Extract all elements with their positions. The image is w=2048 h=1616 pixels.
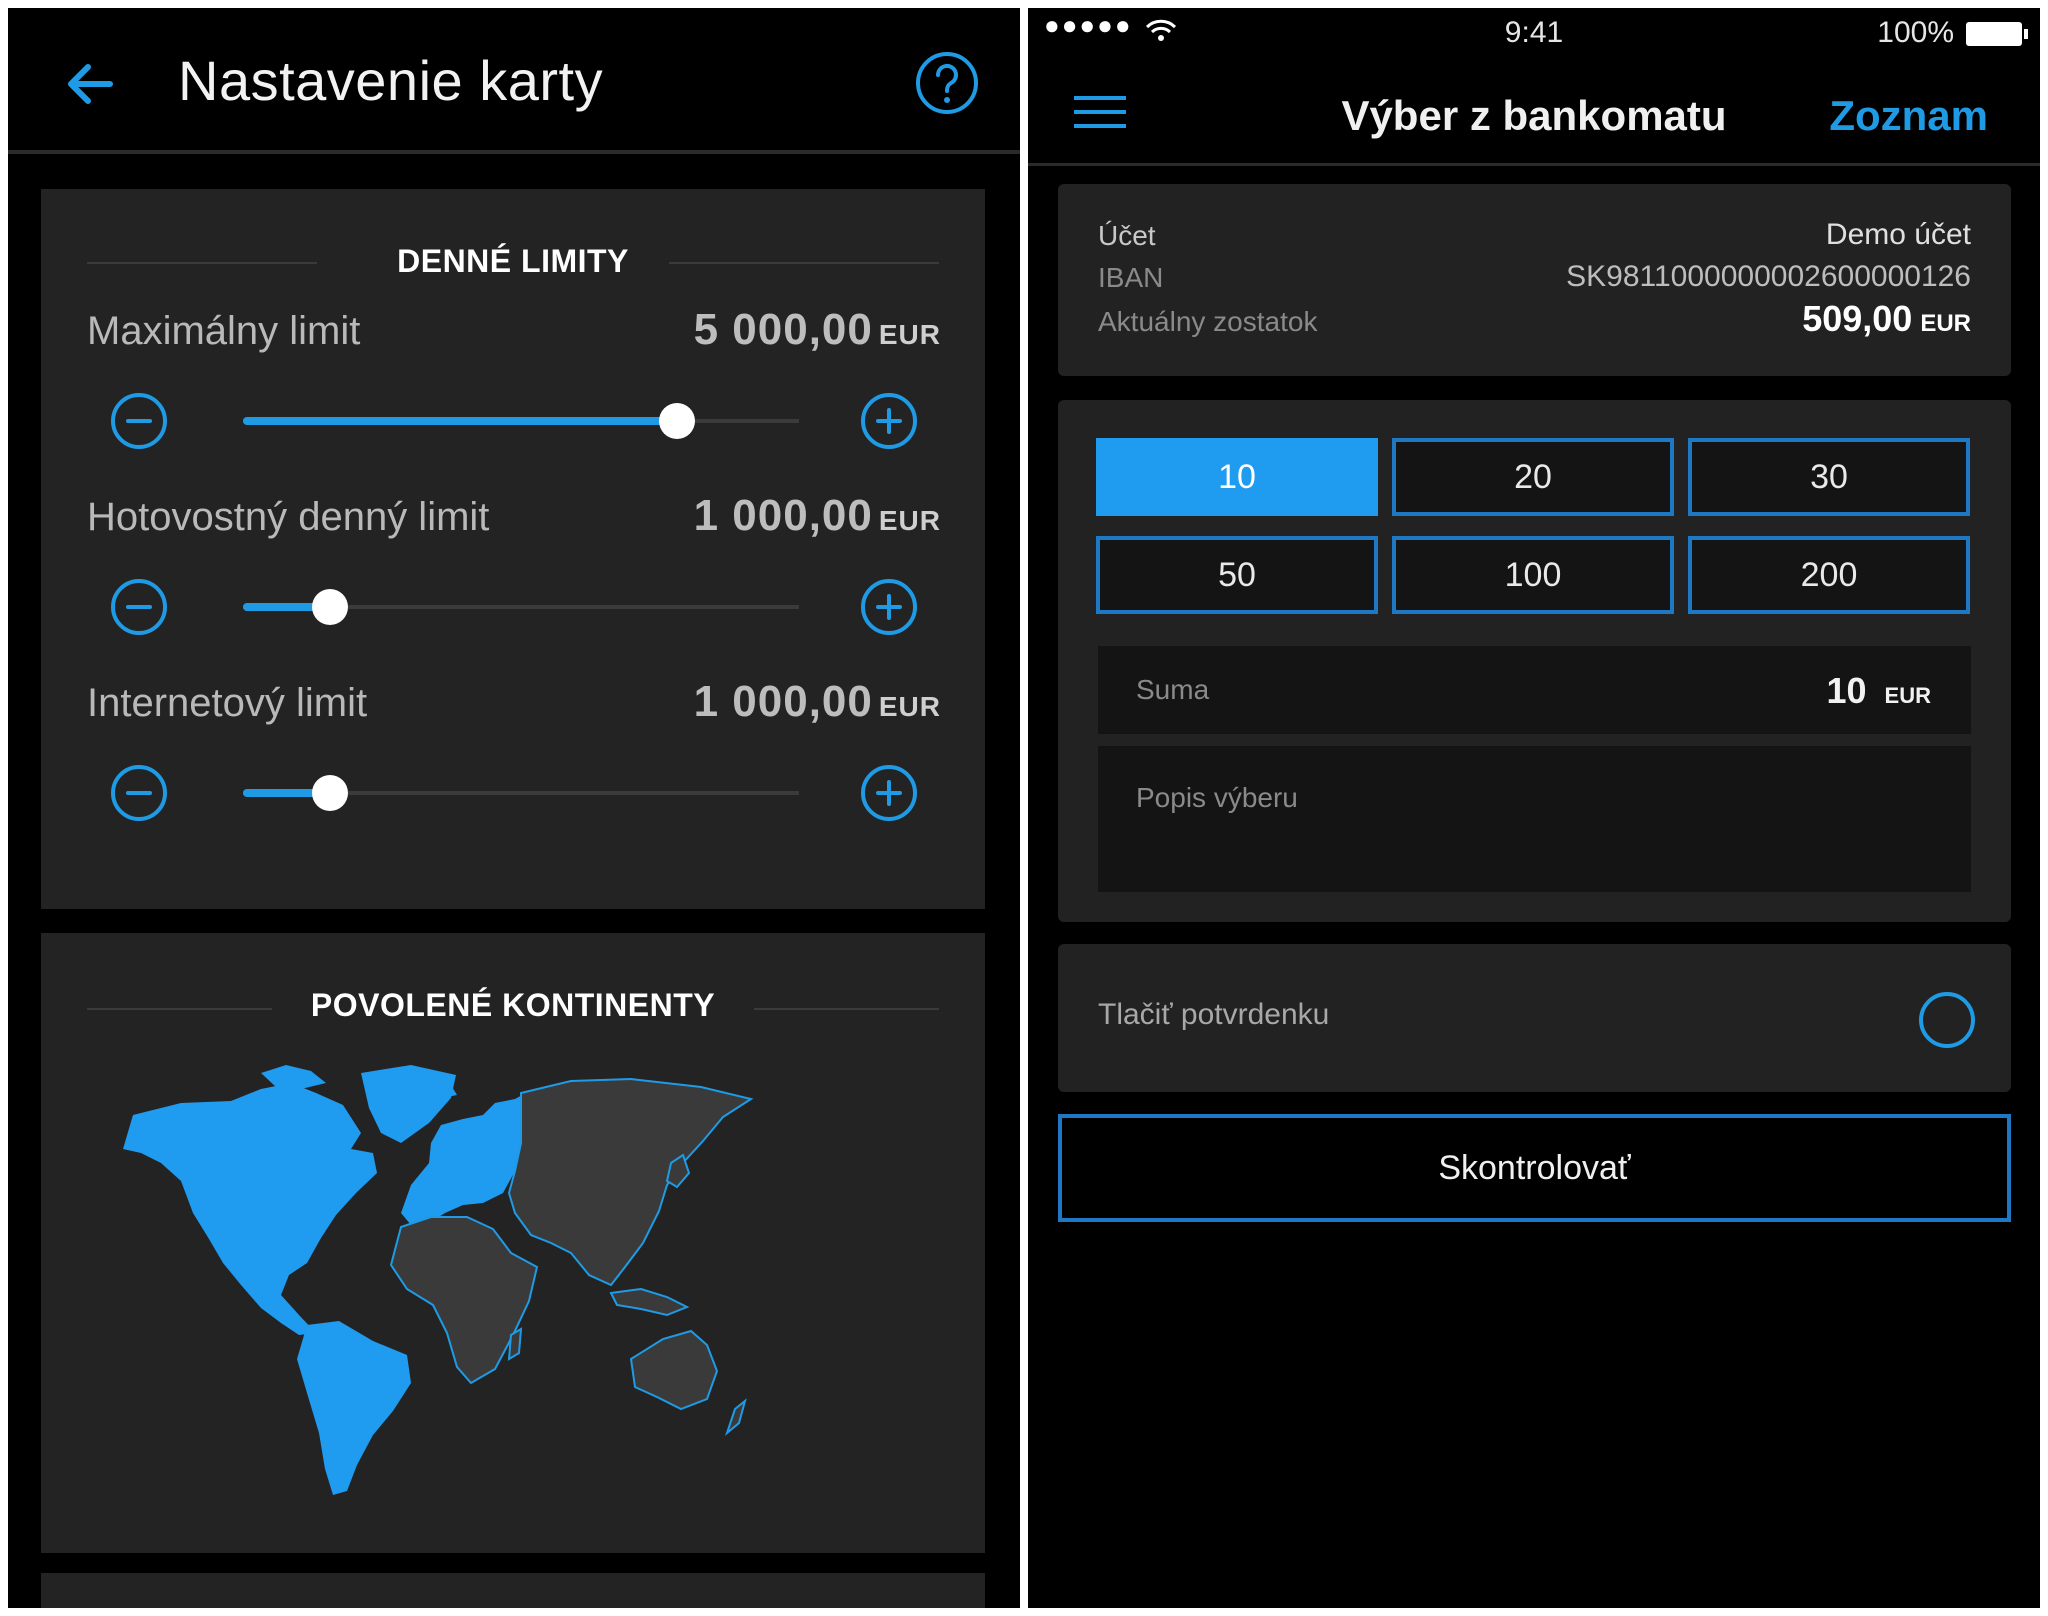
world-map <box>123 1065 754 1495</box>
description-placeholder: Popis výberu <box>1136 782 1298 813</box>
limit-value-max: 5 000,00 EUR <box>694 305 941 355</box>
limit-label-max: Maximálny limit <box>87 309 361 353</box>
continent-indonesia <box>609 1287 690 1317</box>
review-button[interactable]: Skontrolovať <box>1058 1114 2011 1222</box>
currency-label: EUR <box>878 505 941 536</box>
amount-option-button[interactable]: 10 <box>1096 438 1378 516</box>
amount-option-button[interactable]: 200 <box>1688 536 1970 614</box>
back-button[interactable] <box>60 54 120 114</box>
card-settings-screen: Nastavenie karty DENNÉ LIMITY Maximálny … <box>8 8 1020 1608</box>
slider-knob[interactable] <box>658 403 695 439</box>
amount-option-button[interactable]: 30 <box>1688 438 1970 516</box>
minus-circle-icon <box>111 393 167 449</box>
battery-icon <box>1966 22 2028 46</box>
plus-circle-icon <box>861 765 917 821</box>
currency-label: EUR <box>1920 310 1971 337</box>
limit-amount: 1 000,00 <box>693 677 873 726</box>
section-title: POVOLENÉ KONTINENTY <box>310 987 716 1023</box>
internet-limit-slider[interactable] <box>243 775 799 811</box>
continent-south-america[interactable] <box>297 1321 411 1495</box>
sum-amount: 10 <box>1826 670 1867 711</box>
increase-cash-limit-button[interactable] <box>859 577 919 637</box>
amount-option-button[interactable]: 50 <box>1096 536 1378 614</box>
iban-label: IBAN <box>1098 262 1164 293</box>
arrow-left-icon <box>68 64 113 104</box>
balance-amount: 509,00 <box>1802 298 1913 339</box>
amount-option-button[interactable]: 20 <box>1392 438 1674 516</box>
limit-value-cash: 1 000,00 EUR <box>694 491 941 541</box>
decrease-cash-limit-button[interactable] <box>109 577 169 637</box>
account-name: Demo účet <box>1825 218 1971 251</box>
limit-value-internet: 1 000,00 EUR <box>694 677 941 727</box>
withdrawal-form: 10 20 30 50 100 200 Suma 10 EUR Popis výb… <box>1058 400 2011 922</box>
limit-amount: 5 000,00 <box>693 305 873 354</box>
slider-fill <box>243 417 677 425</box>
limit-label-internet: Internetový limit <box>87 681 368 725</box>
minus-circle-icon <box>111 765 167 821</box>
continent-africa <box>389 1216 539 1385</box>
plus-circle-icon <box>861 393 917 449</box>
section-title: DENNÉ LIMITY <box>397 243 629 279</box>
decrease-internet-limit-button[interactable] <box>109 763 169 823</box>
allowed-continents-card: POVOLENÉ KONTINENTY <box>41 933 985 1553</box>
page-title: Nastavenie karty <box>178 49 604 112</box>
help-circle-icon <box>916 52 978 114</box>
status-bar: ●●●●● 9:41 100% <box>1028 8 2040 58</box>
atm-withdrawal-screen: ●●●●● 9:41 100% Výber z bankomatu Zoznam… <box>1028 8 2040 1608</box>
continent-north-america[interactable] <box>123 1083 377 1335</box>
sum-field[interactable]: Suma 10 EUR <box>1098 646 1971 734</box>
account-label: Účet <box>1098 220 1156 251</box>
print-receipt-label: Tlačiť potvrdenku <box>1098 998 1330 1031</box>
description-field[interactable]: Popis výberu <box>1098 746 1971 892</box>
decrease-max-limit-button[interactable] <box>109 391 169 451</box>
battery-percent: 100% <box>1877 16 1954 49</box>
continent-arctic-islands[interactable] <box>261 1065 326 1089</box>
currency-label: EUR <box>1884 683 1931 708</box>
minus-circle-icon <box>111 579 167 635</box>
increase-max-limit-button[interactable] <box>859 391 919 451</box>
next-section-card <box>41 1573 985 1608</box>
slider-knob[interactable] <box>311 775 348 811</box>
limit-amount: 1 000,00 <box>693 491 873 540</box>
sum-value: 10 EUR <box>1827 670 1932 712</box>
continent-new-zealand <box>724 1398 747 1437</box>
sum-label: Suma <box>1136 674 1210 705</box>
slider-knob[interactable] <box>311 589 348 625</box>
print-receipt-toggle[interactable] <box>1919 992 1975 1048</box>
list-button[interactable]: Zoznam <box>1829 92 1988 140</box>
help-button[interactable] <box>914 50 980 116</box>
max-limit-slider[interactable] <box>243 403 799 439</box>
print-receipt-row[interactable]: Tlačiť potvrdenku <box>1058 944 2011 1092</box>
limit-label-cash: Hotovostný denný limit <box>87 495 490 539</box>
continent-asia <box>507 1077 754 1287</box>
daily-limits-card: DENNÉ LIMITY Maximálny limit 5 000,00 EUR… <box>41 189 985 909</box>
balance-label: Aktuálny zostatok <box>1098 306 1318 337</box>
continent-australia <box>629 1329 719 1411</box>
currency-label: EUR <box>878 691 941 722</box>
app-bar: Nastavenie karty <box>8 8 1020 154</box>
currency-label: EUR <box>878 319 941 350</box>
account-panel: Účet Demo účet IBAN SK981100000000260000… <box>1058 184 2011 376</box>
balance-value: 509,00 EUR <box>1802 298 1971 340</box>
amount-option-button[interactable]: 100 <box>1392 536 1674 614</box>
iban-value: SK9811000000002600000126 <box>1566 260 1971 293</box>
increase-internet-limit-button[interactable] <box>859 763 919 823</box>
cash-limit-slider[interactable] <box>243 589 799 625</box>
plus-circle-icon <box>861 579 917 635</box>
nav-bar: Výber z bankomatu Zoznam <box>1028 58 2040 166</box>
